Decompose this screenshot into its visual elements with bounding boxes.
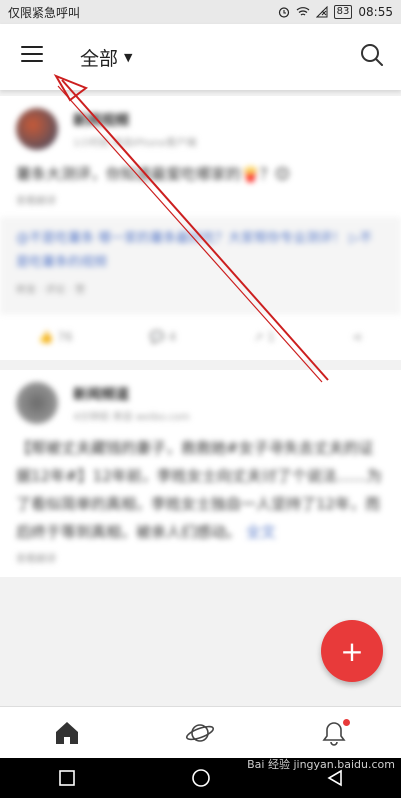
hamburger-menu-icon[interactable] [21,46,43,66]
compose-fab-button[interactable]: + [321,620,383,682]
card-header: 新闻视频 1小时前 来自iPhone客户端 [16,108,385,150]
status-bar: 仅限紧急呼叫 83 08:55 [0,0,401,24]
nav-notifications[interactable] [304,713,364,753]
home-icon [55,722,78,744]
plus-icon: + [340,634,364,668]
like-button[interactable]: 👍 76 [39,330,73,344]
author-block: 新闻频道 4分钟前 来自 weibo.com [73,384,190,423]
post-source: 1小时前 来自iPhone客户端 [73,137,197,149]
translate-link[interactable]: 查看翻译 [16,192,385,207]
translate-link[interactable]: 查看翻译 [16,550,385,565]
feed-card-content: 新闻视频 1小时前 来自iPhone客户端 薯条大测评，你知道最爱吃哪家的🍟？😊… [0,108,401,360]
card-actions: 👍 76 💬 4 ↗ 1 ⋖ [0,313,401,360]
nav-home[interactable] [37,713,97,753]
quoted-post[interactable]: @不是吃薯条 哪一家的薯条最好吃？大家帮你专业测评！ ▷不是吃薯条的视频 转发 … [0,217,401,313]
author-block: 新闻视频 1小时前 来自iPhone客户端 [73,110,196,149]
quoted-text: @不是吃薯条 哪一家的薯条最好吃？大家帮你专业测评！ ▷不是吃薯条的视频 [16,231,373,270]
feed-filter-dropdown[interactable]: 全部 ▼ [80,44,132,71]
post-body: 【帮被丈夫藏钱的妻子，救救她#女子寻失去丈夫的证据12年#】12年前，李姓女士向… [16,439,382,541]
like-count: 76 [57,330,73,344]
alarm-icon [278,7,289,18]
notification-badge [343,719,351,726]
comment-count: 4 [168,330,177,344]
no-signal-icon [315,6,328,18]
explore-planet-icon [186,724,215,742]
read-more-link[interactable]: 全文 [246,523,276,541]
status-right-group: 83 08:55 [278,5,393,19]
author-name[interactable]: 新闻频道 [73,384,190,404]
wifi-icon [296,7,310,16]
page-title: 全部 [80,48,119,70]
author-name[interactable]: 新闻视频 [73,110,196,130]
status-carrier-text: 仅限紧急呼叫 [8,5,81,20]
search-icon[interactable] [359,42,385,68]
post-text: 【帮被丈夫藏钱的妻子，救救她#女子寻失去丈夫的证据12年#】12年前，李姓女士向… [16,434,385,546]
repost-count: 1 [267,330,276,344]
feed-card-content: 新闻频道 4分钟前 来自 weibo.com 【帮被丈夫藏钱的妻子，救救她#女子… [16,382,385,565]
battery-indicator: 83 [333,5,353,19]
avatar[interactable] [16,382,58,424]
nav-explore[interactable] [170,713,230,753]
avatar[interactable] [16,108,58,150]
app-header: 全部 ▼ [0,24,401,90]
post-source: 4分钟前 来自 weibo.com [73,411,190,423]
comment-button[interactable]: 💬 4 [150,330,176,344]
repost-button[interactable]: ↗ 1 [254,330,276,344]
quoted-meta: 转发 · 评论 · 赞 [16,285,86,296]
card-header: 新闻频道 4分钟前 来自 weibo.com [16,382,385,424]
status-time: 08:55 [358,5,393,19]
feed-card[interactable]: 新闻视频 1小时前 来自iPhone客户端 薯条大测评，你知道最爱吃哪家的🍟？😊… [0,96,401,360]
baidu-watermark: Bai 经验 jingyan.baidu.com [247,758,395,771]
feed-card[interactable]: 新闻频道 4分钟前 来自 weibo.com 【帮被丈夫藏钱的妻子，救救她#女子… [0,370,401,577]
feed-list: 新闻视频 1小时前 来自iPhone客户端 薯条大测评，你知道最爱吃哪家的🍟？😊… [0,96,401,706]
post-text: 薯条大测评，你知道最爱吃哪家的🍟？😊 [16,165,291,183]
caret-down-icon: ▼ [124,51,133,64]
recent-apps-icon[interactable] [58,769,76,787]
home-circle-icon[interactable] [191,768,211,788]
bottom-nav [0,706,401,759]
share-icon[interactable]: ⋖ [352,330,362,344]
